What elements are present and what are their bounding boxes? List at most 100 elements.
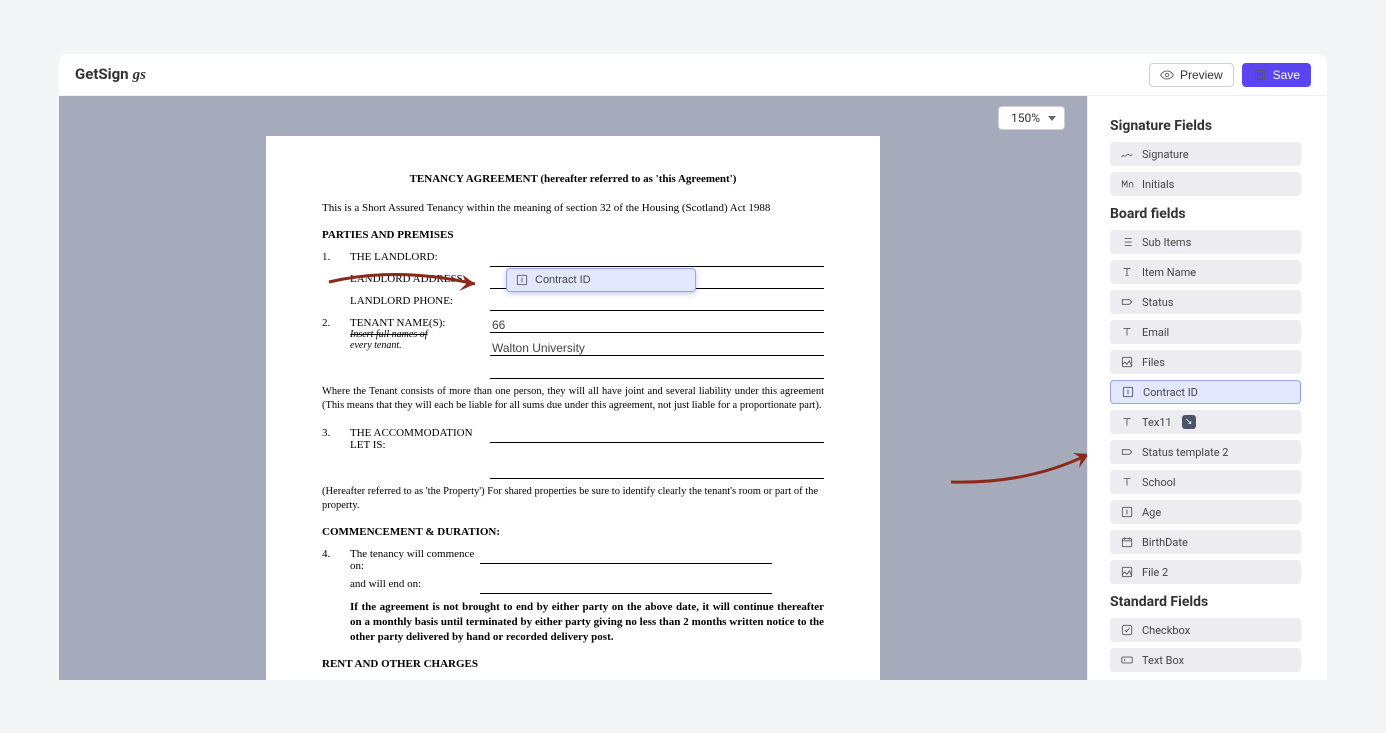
save-label: Save: [1273, 68, 1300, 82]
field-label: Sub Items: [1142, 236, 1191, 249]
eye-icon: [1160, 68, 1174, 82]
standard-fields-header: Standard Fields: [1110, 594, 1301, 610]
blank-line: [490, 251, 824, 267]
row2-label: TENANT NAME(S):: [350, 317, 490, 329]
blank-line: [490, 363, 824, 379]
zoom-select[interactable]: 150%: [998, 106, 1065, 130]
id-box-icon: [515, 273, 529, 287]
row1c-label: LANDLORD PHONE:: [350, 295, 490, 307]
row4-label-b: and will end on:: [350, 578, 480, 590]
preview-label: Preview: [1180, 68, 1223, 82]
row-tenant: 2. TENANT NAME(S): Insert full names of …: [322, 317, 824, 379]
tenant-value1: 66: [492, 318, 505, 332]
app-logo: GetSign gs: [75, 65, 146, 84]
row1-num: 1.: [322, 251, 350, 263]
field-contract-id[interactable]: Contract ID: [1110, 380, 1301, 404]
zoom-value: 150%: [1011, 111, 1040, 125]
tenant-line-2: Walton University: [490, 340, 824, 356]
toolbar-actions: Preview Save: [1149, 63, 1311, 87]
field-status-template-2[interactable]: Status template 2: [1110, 440, 1301, 464]
field-initials[interactable]: Initials: [1110, 172, 1301, 196]
text-icon: [1120, 325, 1134, 339]
field-label: File 2: [1142, 566, 1168, 579]
field-school[interactable]: School: [1110, 470, 1301, 494]
row-accommodation: 3. THE ACCOMMODATION LET IS:: [322, 427, 824, 479]
tenant-note: Where the Tenant consists of more than o…: [322, 385, 824, 413]
field-email[interactable]: Email: [1110, 320, 1301, 344]
field-label: Text Box: [1142, 654, 1184, 667]
row3-label-a: THE ACCOMMODATION: [350, 427, 490, 439]
canvas-area[interactable]: 150% TENANCY AGREEMENT (hereafter referr…: [59, 96, 1087, 680]
row-end: and will end on:: [322, 578, 824, 594]
number-box-icon: [1120, 505, 1134, 519]
blank-line: [490, 295, 824, 311]
field-birthdate[interactable]: BirthDate: [1110, 530, 1301, 554]
field-label: Tex11: [1142, 416, 1172, 429]
annotation-arrow-2: [949, 448, 1087, 488]
blank-line: [490, 427, 824, 443]
tenant-line-1: 66: [490, 317, 824, 333]
signature-fields-header: Signature Fields: [1110, 118, 1301, 134]
doc-intro: This is a Short Assured Tenancy within t…: [322, 201, 824, 216]
row3-num: 3.: [322, 427, 350, 439]
image-icon: [1120, 565, 1134, 579]
section-rent: RENT AND OTHER CHARGES: [322, 657, 824, 672]
field-label: Status: [1142, 296, 1173, 309]
field-file-2[interactable]: File 2: [1110, 560, 1301, 584]
field-status[interactable]: Status: [1110, 290, 1301, 314]
id-box-icon: [1121, 385, 1135, 399]
row2-note2: every tenant.: [350, 340, 490, 351]
field-label: Initials: [1142, 178, 1174, 191]
textbox-icon: [1120, 653, 1134, 667]
row3-label-b: LET IS:: [350, 439, 490, 451]
row-landlord: 1. THE LANDLORD:: [322, 251, 824, 267]
workspace: 150% TENANCY AGREEMENT (hereafter referr…: [59, 96, 1327, 680]
field-label: Signature: [1142, 148, 1189, 161]
field-label: Status template 2: [1142, 446, 1228, 459]
row-rent: 5. The Tenant agrees to pay the Rent in …: [322, 679, 824, 680]
text-icon: [1120, 475, 1134, 489]
field-files[interactable]: Files: [1110, 350, 1301, 374]
save-icon: [1253, 68, 1267, 82]
doc-title: TENANCY AGREEMENT (hereafter referred to…: [322, 172, 824, 187]
save-button[interactable]: Save: [1242, 63, 1311, 87]
field-text-box[interactable]: Text Box: [1110, 648, 1301, 672]
list-icon: [1120, 235, 1134, 249]
board-fields-header: Board fields: [1110, 206, 1301, 222]
field-tex11[interactable]: Tex11 ↘: [1110, 410, 1301, 434]
titlebar: GetSign gs Preview Save: [59, 54, 1327, 96]
field-label: Age: [1142, 506, 1161, 519]
field-checkbox[interactable]: Checkbox: [1110, 618, 1301, 642]
tag-icon: [1120, 295, 1134, 309]
initials-icon: [1120, 177, 1134, 191]
field-item-name[interactable]: Item Name: [1110, 260, 1301, 284]
blank-line: [490, 463, 824, 479]
field-label: Item Name: [1142, 266, 1196, 279]
signature-icon: [1120, 147, 1134, 161]
row4-num: 4.: [322, 548, 350, 560]
calendar-icon: [1120, 535, 1134, 549]
field-label: Checkbox: [1142, 624, 1190, 637]
text-icon: [1120, 265, 1134, 279]
field-age[interactable]: Age: [1110, 500, 1301, 524]
row5-num: 5.: [322, 679, 350, 680]
brand-name: GetSign: [75, 65, 129, 83]
row2-num: 2.: [322, 317, 350, 329]
row4-note: If the agreement is not brought to end b…: [350, 600, 824, 645]
section-commence: COMMENCEMENT & DURATION:: [322, 525, 824, 540]
app-frame: GetSign gs Preview Save 150%: [59, 54, 1327, 680]
field-label: BirthDate: [1142, 536, 1188, 549]
arrow-badge-icon: ↘: [1182, 415, 1196, 429]
field-label: Contract ID: [1143, 386, 1198, 399]
placed-field-contract-id[interactable]: Contract ID: [506, 268, 696, 292]
text-icon: [1120, 415, 1134, 429]
row2-note: Insert full names of: [350, 329, 490, 340]
field-signature[interactable]: Signature: [1110, 142, 1301, 166]
field-label: Email: [1142, 326, 1169, 339]
field-label: Files: [1142, 356, 1165, 369]
row-landlord-phone: LANDLORD PHONE:: [322, 295, 824, 311]
field-sub-items[interactable]: Sub Items: [1110, 230, 1301, 254]
placed-field-label: Contract ID: [535, 274, 591, 286]
field-label: School: [1142, 476, 1176, 489]
preview-button[interactable]: Preview: [1149, 63, 1234, 87]
